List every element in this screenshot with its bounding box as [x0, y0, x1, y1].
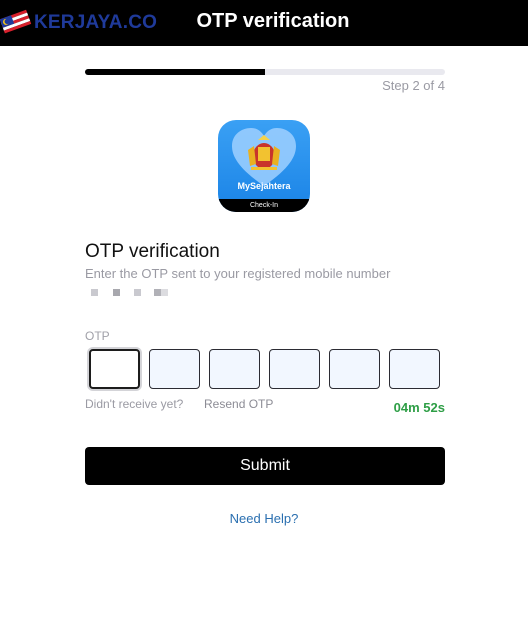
otp-digit-3[interactable] [209, 349, 260, 389]
submit-button[interactable]: Submit [85, 447, 445, 485]
instruction-text: Enter the OTP sent to your registered mo… [85, 266, 391, 281]
didnt-receive-text: Didn't receive yet? [85, 397, 184, 411]
otp-digit-2[interactable] [149, 349, 200, 389]
progress-bar [85, 69, 445, 75]
mask-dot [154, 289, 161, 296]
otp-label: OTP [85, 329, 110, 343]
otp-digit-4[interactable] [269, 349, 320, 389]
top-bar: KERJAYA.CO OTP verification [0, 0, 528, 46]
otp-digit-1[interactable] [89, 349, 140, 389]
page-title: OTP verification [85, 241, 220, 262]
app-icon: MySejahtera Check-In [218, 120, 310, 212]
mask-dot [134, 289, 141, 296]
otp-digit-6[interactable] [389, 349, 440, 389]
app-band-label: Check-In [218, 199, 310, 212]
app-name: MySejahtera [237, 181, 291, 191]
mask-dot [161, 289, 168, 296]
resend-otp-link[interactable]: Resend OTP [204, 397, 273, 411]
need-help-link[interactable]: Need Help? [0, 511, 528, 526]
page-header-title: OTP verification [196, 10, 350, 32]
progress-fill [85, 69, 265, 75]
mask-dot [91, 289, 98, 296]
mask-dot [113, 289, 120, 296]
otp-digit-5[interactable] [329, 349, 380, 389]
countdown-timer: 04m 52s [393, 400, 445, 415]
step-indicator: Step 2 of 4 [382, 78, 445, 93]
